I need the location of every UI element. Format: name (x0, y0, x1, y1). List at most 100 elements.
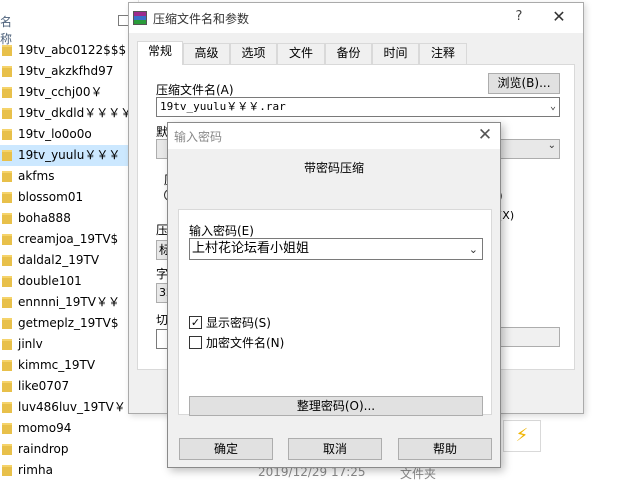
tab-comment[interactable]: 注释 (419, 43, 467, 64)
folder-icon (2, 318, 12, 329)
file-row[interactable]: 19tv_akzkfhd97 (0, 61, 140, 82)
folder-icon (2, 234, 12, 245)
checkbox-unchecked-icon[interactable] (189, 336, 202, 349)
checkbox-checked-icon[interactable]: ✓ (189, 316, 202, 329)
file-name: blossom01 (18, 190, 84, 204)
file-row[interactable]: creamjoa_19TV$ (0, 229, 140, 250)
folder-icon (2, 129, 12, 140)
file-name: double101 (18, 274, 82, 288)
folder-icon (2, 108, 12, 119)
password-value: 上村花论坛看小姐姐 (192, 241, 310, 256)
winrar-app-icon (133, 11, 147, 25)
folder-icon (2, 465, 12, 476)
file-row[interactable]: blossom01 (0, 187, 140, 208)
file-row[interactable]: 19tv_cchj00￥ (0, 82, 140, 103)
folder-icon (2, 87, 12, 98)
folder-icon (2, 150, 12, 161)
chevron-down-icon[interactable]: ⌄ (550, 98, 556, 116)
file-row[interactable]: like0707 (0, 376, 140, 397)
file-name: jinlv (18, 337, 43, 351)
file-row[interactable]: luv486luv_19TV￥￥ (0, 397, 140, 418)
file-name: boha888 (18, 211, 71, 225)
folder-icon (2, 276, 12, 287)
tab-time[interactable]: 时间 (372, 43, 419, 64)
file-row[interactable]: raindrop (0, 439, 140, 460)
password-label: 输入密码(E) (189, 224, 254, 238)
file-name: ennnni_19TV￥￥ (18, 295, 120, 309)
file-row[interactable]: 19tv_abc0122$$$ (0, 40, 140, 61)
archive-name-combobox[interactable]: 19tv_yuulu￥￥￥.rar ⌄ (156, 97, 560, 117)
file-row[interactable]: ennnni_19TV￥￥ (0, 292, 140, 313)
lightning-icon[interactable]: ⚡ (503, 420, 541, 452)
chevron-down-icon[interactable]: ⌄ (548, 140, 556, 151)
file-name: luv486luv_19TV￥￥ (18, 400, 138, 414)
password-dialog: 输入密码 ✕ 带密码压缩 输入密码(E) 上村花论坛看小姐姐 ⌄ ✓ 显示密码(… (167, 122, 501, 468)
file-name: 19tv_dkdld￥￥￥￥ (18, 106, 133, 120)
file-row[interactable]: kimmc_19TV (0, 355, 140, 376)
password-dialog-title: 输入密码 (174, 130, 223, 144)
file-name: rimha (18, 463, 53, 477)
file-name: creamjoa_19TV$ (18, 232, 119, 246)
archive-name-label: 压缩文件名(A) (156, 83, 234, 97)
file-row[interactable]: 19tv_dkdld￥￥￥￥ (0, 103, 140, 124)
file-name: getmeplz_19TV$ (18, 316, 119, 330)
browse-button[interactable]: 浏览(B)... (488, 73, 560, 94)
help-icon[interactable]: ? (509, 9, 529, 27)
main-dialog-title: 压缩文件名和参数 (153, 12, 250, 26)
password-heading: 带密码压缩 (303, 161, 364, 175)
tab-general[interactable]: 常规 (137, 41, 183, 65)
file-name: 19tv_lo0o0o (18, 127, 92, 141)
file-row[interactable]: jinlv (0, 334, 140, 355)
organize-passwords-button[interactable]: 整理密码(O)... (189, 396, 483, 416)
file-name: like0707 (18, 379, 70, 393)
file-name: 19tv_abc0122$$$ (18, 43, 127, 57)
file-row[interactable]: getmeplz_19TV$ (0, 313, 140, 334)
encrypt-filenames-label: 加密文件名(N) (206, 336, 285, 350)
file-row[interactable]: boha888 (0, 208, 140, 229)
file-row[interactable]: 19tv_yuulu￥￥￥ (0, 145, 140, 166)
file-name: raindrop (18, 442, 69, 456)
folder-icon (2, 339, 12, 350)
password-titlebar[interactable]: 输入密码 ✕ (168, 123, 500, 149)
folder-icon (2, 423, 12, 434)
tab-advanced[interactable]: 高级 (183, 43, 230, 64)
close-icon[interactable]: ✕ (474, 124, 496, 146)
file-row[interactable]: daldal2_19TV (0, 250, 140, 271)
folder-icon (2, 213, 12, 224)
folder-icon (2, 171, 12, 182)
close-icon[interactable]: ✕ (549, 7, 569, 27)
chevron-down-icon[interactable]: ⌄ (469, 240, 478, 260)
help-button[interactable]: 帮助 (398, 438, 492, 460)
archive-name-value: 19tv_yuulu￥￥￥.rar (160, 100, 286, 113)
main-titlebar[interactable]: 压缩文件名和参数 ? ✕ (129, 3, 583, 33)
folder-icon (2, 45, 12, 56)
file-row[interactable]: 19tv_lo0o0o (0, 124, 140, 145)
folder-icon (2, 192, 12, 203)
file-name: daldal2_19TV (18, 253, 100, 267)
folder-icon (2, 255, 12, 266)
folder-icon (2, 381, 12, 392)
password-combobox[interactable]: 上村花论坛看小姐姐 ⌄ (189, 238, 483, 260)
file-row[interactable]: double101 (0, 271, 140, 292)
folder-icon (2, 360, 12, 371)
file-name: momo94 (18, 421, 72, 435)
file-row[interactable]: akfms (0, 166, 140, 187)
file-row[interactable]: momo94 (0, 418, 140, 439)
folder-icon (2, 444, 12, 455)
file-name: 19tv_akzkfhd97 (18, 64, 114, 78)
folder-icon (2, 402, 12, 413)
tab-options[interactable]: 选项 (230, 43, 277, 64)
file-name: 19tv_yuulu￥￥￥ (18, 148, 121, 162)
tab-files[interactable]: 文件 (277, 43, 325, 64)
password-panel: 输入密码(E) 上村花论坛看小姐姐 ⌄ ✓ 显示密码(S) 加密文件名(N) 整… (178, 209, 492, 416)
file-row[interactable]: rimha (0, 460, 140, 481)
file-name: akfms (18, 169, 55, 183)
file-name: 19tv_cchj00￥ (18, 85, 103, 99)
file-name: kimmc_19TV (18, 358, 96, 372)
cancel-button[interactable]: 取消 (288, 438, 382, 460)
tab-backup[interactable]: 备份 (325, 43, 372, 64)
file-list: 19tv_abc0122$$$ 19tv_akzkfhd97 19tv_cchj00… (0, 40, 140, 481)
folder-icon (2, 66, 12, 77)
ok-button[interactable]: 确定 (179, 438, 273, 460)
set-password-button[interactable] (498, 327, 560, 347)
